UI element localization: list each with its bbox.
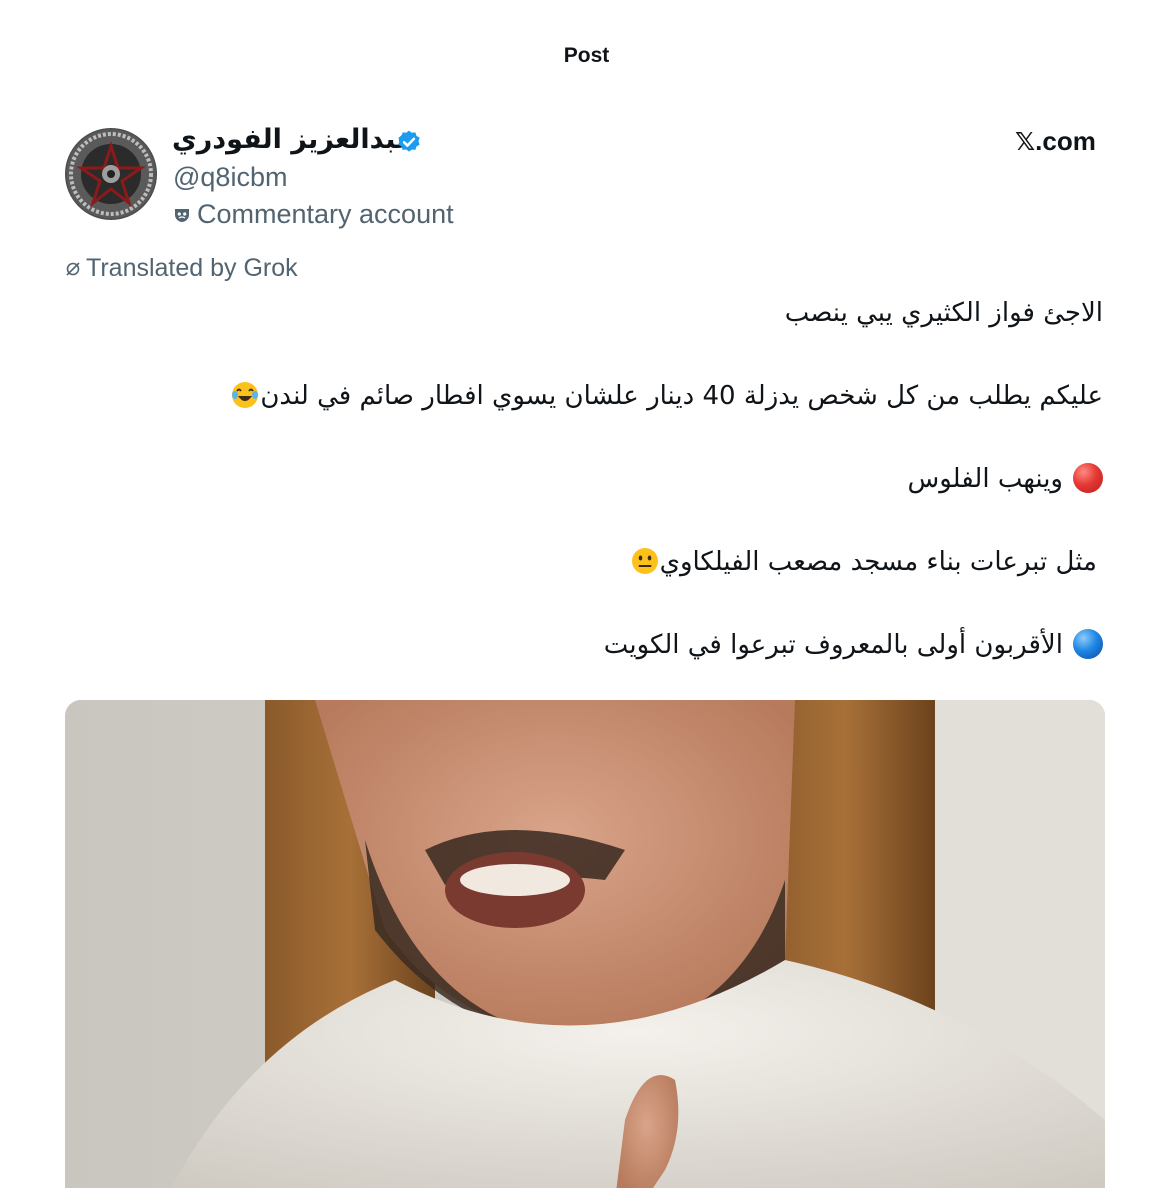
grok-icon xyxy=(66,261,80,276)
tweet-line-4-text: مثل تبرعات بناء مسجد مصعب الفيلكاوي xyxy=(659,547,1097,577)
source-site[interactable]: 𝕏 .com xyxy=(1015,126,1096,157)
display-name[interactable]: عبدالعزيز الفودري xyxy=(172,124,415,155)
tweet-line-2-text: عليكم يطلب من كل شخص يدزلة 40 دينار علشا… xyxy=(260,381,1103,411)
page-title: Post xyxy=(563,44,610,67)
tweet-line-5: الأقربون أولى بالمعروف تبرعوا في الكويت xyxy=(63,628,1103,662)
blue-circle-emoji-icon xyxy=(1073,629,1103,659)
red-circle-emoji-icon xyxy=(1073,463,1103,493)
tweet-line-4: مثل تبرعات بناء مسجد مصعب الفيلكاوي xyxy=(57,545,1097,579)
avatar-image xyxy=(67,130,155,218)
commentary-account-badge[interactable]: Commentary account xyxy=(173,199,454,230)
video-frame-image xyxy=(65,700,1105,1200)
tweet-line-3-text: وينهب الفلوس xyxy=(907,464,1064,494)
tweet-line-2: عليكم يطلب من كل شخص يدزلة 40 دينار علشا… xyxy=(63,379,1103,413)
laughing-tears-emoji-icon xyxy=(232,382,259,408)
bottom-edge xyxy=(0,1188,1173,1200)
avatar[interactable] xyxy=(65,128,157,220)
tweet-line-1: الاجئ فواز الكثيري يبي ينصب xyxy=(784,298,1103,328)
tweet-line-3: وينهب الفلوس xyxy=(63,462,1103,496)
x-logo-icon: 𝕏 xyxy=(1015,127,1036,156)
mask-icon xyxy=(175,208,189,222)
verified-badge-icon xyxy=(398,130,420,152)
translated-by-grok[interactable]: Translated by Grok xyxy=(64,254,298,283)
source-site-label: .com xyxy=(1035,126,1096,156)
user-handle[interactable]: @q8icbm xyxy=(173,162,287,193)
neutral-face-emoji-icon xyxy=(631,548,658,574)
translated-label: Translated by Grok xyxy=(86,254,298,282)
commentary-account-label: Commentary account xyxy=(197,199,454,229)
video-media[interactable] xyxy=(65,700,1105,1200)
tweet-line-5-text: الأقربون أولى بالمعروف تبرعوا في الكويت xyxy=(603,630,1063,660)
